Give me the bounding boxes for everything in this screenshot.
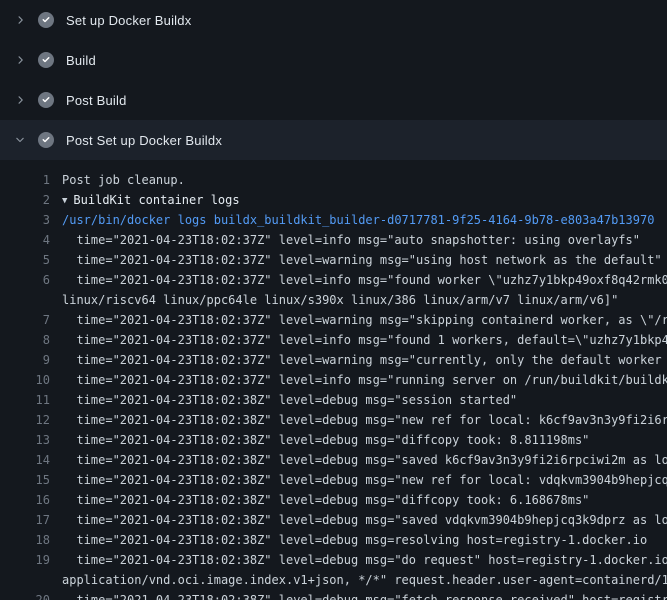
step-label: Post Build: [66, 93, 127, 108]
check-circle-icon: [38, 92, 54, 108]
step-label: Post Set up Docker Buildx: [66, 133, 222, 148]
check-circle-icon: [38, 52, 54, 68]
log-text: time="2021-04-23T18:02:38Z" level=debug …: [62, 390, 517, 410]
line-number[interactable]: 6: [12, 270, 50, 290]
log-text: time="2021-04-23T18:02:37Z" level=info m…: [62, 230, 640, 250]
line-number[interactable]: 4: [12, 230, 50, 250]
line-number[interactable]: 1: [12, 170, 50, 190]
log-line: 8 time="2021-04-23T18:02:37Z" level=info…: [0, 330, 667, 350]
log-line: 20 time="2021-04-23T18:02:38Z" level=deb…: [0, 590, 667, 600]
log-text: Post job cleanup.: [62, 170, 185, 190]
check-circle-icon: [38, 132, 54, 148]
log-line: 2 ▼ BuildKit container logs: [0, 190, 667, 210]
line-number[interactable]: 20: [12, 590, 50, 600]
line-number: [12, 570, 50, 590]
step-label: Set up Docker Buildx: [66, 13, 191, 28]
log-line: 11 time="2021-04-23T18:02:38Z" level=deb…: [0, 390, 667, 410]
log-line: 7 time="2021-04-23T18:02:37Z" level=warn…: [0, 310, 667, 330]
log-command-text: /usr/bin/docker logs buildx_buildkit_bui…: [62, 210, 654, 230]
log-text: time="2021-04-23T18:02:37Z" level=info m…: [62, 330, 667, 350]
line-number[interactable]: 2: [12, 190, 50, 210]
log-line: 18 time="2021-04-23T18:02:38Z" level=deb…: [0, 530, 667, 550]
step-row-post-build[interactable]: Post Build: [0, 80, 667, 120]
line-number[interactable]: 19: [12, 550, 50, 570]
line-number[interactable]: 18: [12, 530, 50, 550]
log-line: 3/usr/bin/docker logs buildx_buildkit_bu…: [0, 210, 667, 230]
chevron-right-icon: [12, 52, 28, 68]
log-text: time="2021-04-23T18:02:37Z" level=info m…: [62, 270, 667, 290]
log-line: 12 time="2021-04-23T18:02:38Z" level=deb…: [0, 410, 667, 430]
triangle-down-icon: ▼: [62, 196, 67, 206]
log-text: linux/riscv64 linux/ppc64le linux/s390x …: [62, 290, 618, 310]
line-number[interactable]: 7: [12, 310, 50, 330]
log-line: 5 time="2021-04-23T18:02:37Z" level=warn…: [0, 250, 667, 270]
log-text: time="2021-04-23T18:02:38Z" level=debug …: [62, 410, 667, 430]
log-line: 10 time="2021-04-23T18:02:37Z" level=inf…: [0, 370, 667, 390]
log-text: time="2021-04-23T18:02:38Z" level=debug …: [62, 450, 667, 470]
log-text: time="2021-04-23T18:02:38Z" level=debug …: [62, 510, 667, 530]
line-number[interactable]: 5: [12, 250, 50, 270]
log-group-header[interactable]: ▼ BuildKit container logs: [62, 190, 240, 210]
log-line: application/vnd.oci.image.index.v1+json,…: [0, 570, 667, 590]
log-text: time="2021-04-23T18:02:38Z" level=debug …: [62, 530, 647, 550]
chevron-right-icon: [12, 12, 28, 28]
line-number[interactable]: 15: [12, 470, 50, 490]
line-number[interactable]: 3: [12, 210, 50, 230]
chevron-right-icon: [12, 92, 28, 108]
log-text: time="2021-04-23T18:02:38Z" level=debug …: [62, 470, 667, 490]
log-group-title: BuildKit container logs: [73, 193, 239, 207]
log-text: time="2021-04-23T18:02:38Z" level=debug …: [62, 490, 589, 510]
log-line: 13 time="2021-04-23T18:02:38Z" level=deb…: [0, 430, 667, 450]
log-line: 14 time="2021-04-23T18:02:38Z" level=deb…: [0, 450, 667, 470]
log-line: 6 time="2021-04-23T18:02:37Z" level=info…: [0, 270, 667, 290]
workflow-step-list: Set up Docker Buildx Build Post Build Post …: [0, 0, 667, 160]
log-text: time="2021-04-23T18:02:38Z" level=debug …: [62, 550, 667, 570]
chevron-down-icon: [12, 132, 28, 148]
log-text: time="2021-04-23T18:02:38Z" level=debug …: [62, 430, 589, 450]
log-line: 16 time="2021-04-23T18:02:38Z" level=deb…: [0, 490, 667, 510]
line-number[interactable]: 9: [12, 350, 50, 370]
line-number[interactable]: 16: [12, 490, 50, 510]
line-number: [12, 290, 50, 310]
log-text: time="2021-04-23T18:02:37Z" level=warnin…: [62, 350, 667, 370]
log-text: time="2021-04-23T18:02:37Z" level=info m…: [62, 370, 667, 390]
log-text: time="2021-04-23T18:02:37Z" level=warnin…: [62, 250, 662, 270]
line-number[interactable]: 11: [12, 390, 50, 410]
log-line: 4 time="2021-04-23T18:02:37Z" level=info…: [0, 230, 667, 250]
log-line: 1 Post job cleanup.: [0, 170, 667, 190]
log-line: linux/riscv64 linux/ppc64le linux/s390x …: [0, 290, 667, 310]
log-line: 15 time="2021-04-23T18:02:38Z" level=deb…: [0, 470, 667, 490]
log-line: 19 time="2021-04-23T18:02:38Z" level=deb…: [0, 550, 667, 570]
step-label: Build: [66, 53, 96, 68]
actions-log-viewer: { "theme": { "background": "#14181e", "e…: [0, 0, 667, 600]
line-number[interactable]: 10: [12, 370, 50, 390]
log-line: 17 time="2021-04-23T18:02:38Z" level=deb…: [0, 510, 667, 530]
log-area: 1 Post job cleanup. 2 ▼ BuildKit container l…: [0, 160, 667, 600]
line-number[interactable]: 13: [12, 430, 50, 450]
step-row-post-set-up-docker-buildx[interactable]: Post Set up Docker Buildx: [0, 120, 667, 160]
log-line: 9 time="2021-04-23T18:02:37Z" level=warn…: [0, 350, 667, 370]
step-row-set-up-docker-buildx[interactable]: Set up Docker Buildx: [0, 0, 667, 40]
line-number[interactable]: 14: [12, 450, 50, 470]
line-number[interactable]: 17: [12, 510, 50, 530]
line-number[interactable]: 12: [12, 410, 50, 430]
step-row-build[interactable]: Build: [0, 40, 667, 80]
log-text: time="2021-04-23T18:02:37Z" level=warnin…: [62, 310, 667, 330]
log-text: application/vnd.oci.image.index.v1+json,…: [62, 570, 667, 590]
log-text: time="2021-04-23T18:02:38Z" level=debug …: [62, 590, 667, 600]
line-number[interactable]: 8: [12, 330, 50, 350]
check-circle-icon: [38, 12, 54, 28]
